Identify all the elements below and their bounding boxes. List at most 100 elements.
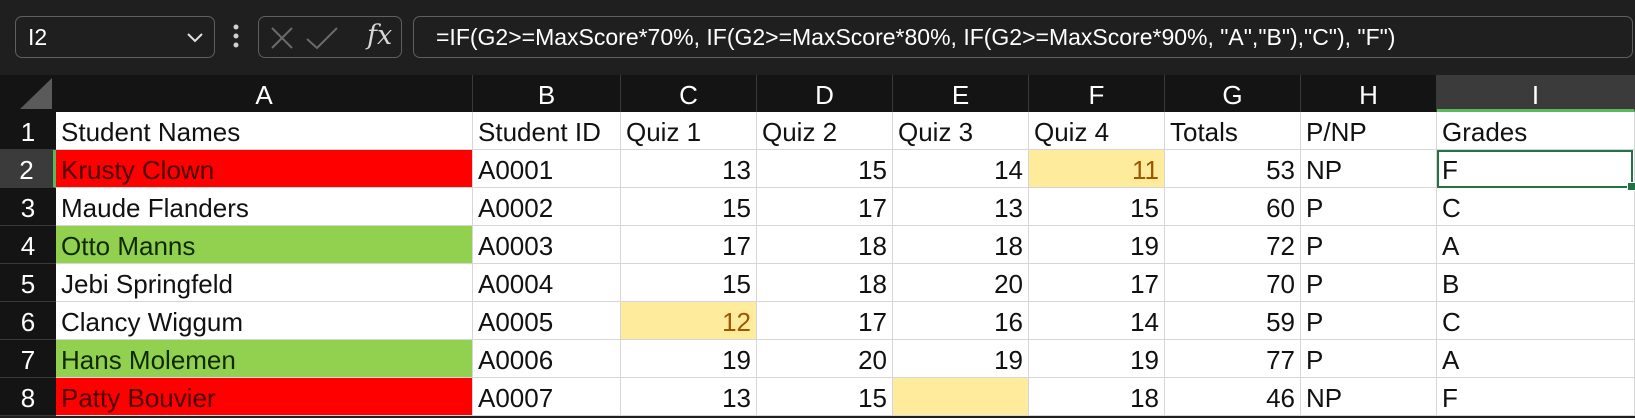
cell-f6[interactable]: 14	[1029, 302, 1165, 340]
cancel-icon[interactable]	[269, 25, 295, 56]
cell-i6[interactable]: C	[1437, 302, 1635, 340]
cell-h5[interactable]: P	[1301, 264, 1437, 302]
chevron-down-icon[interactable]	[184, 26, 206, 53]
cell-i8[interactable]: F	[1437, 378, 1635, 416]
row-header-5[interactable]: 5	[0, 264, 56, 302]
column-header-c[interactable]: C	[621, 75, 757, 112]
cell-e8[interactable]	[893, 378, 1029, 416]
cell-f2[interactable]: 11	[1029, 150, 1165, 188]
cell-g8[interactable]: 46	[1165, 378, 1301, 416]
cell-g5[interactable]: 70	[1165, 264, 1301, 302]
name-box[interactable]: I2	[15, 16, 215, 58]
cell-h2[interactable]: NP	[1301, 150, 1437, 188]
cell-c4[interactable]: 17	[621, 226, 757, 264]
cell-e5[interactable]: 20	[893, 264, 1029, 302]
cell-f1[interactable]: Quiz 4	[1029, 112, 1165, 150]
column-header-h[interactable]: H	[1301, 75, 1437, 112]
column-header-b[interactable]: B	[473, 75, 621, 112]
cell-b5[interactable]: A0004	[473, 264, 621, 302]
cell-i1[interactable]: Grades	[1437, 112, 1635, 150]
cell-i5[interactable]: B	[1437, 264, 1635, 302]
formula-text[interactable]: =IF(G2>=MaxScore*70%, IF(G2>=MaxScore*80…	[436, 24, 1395, 51]
cell-f4[interactable]: 19	[1029, 226, 1165, 264]
row-header-6[interactable]: 6	[0, 302, 56, 340]
cell-b7[interactable]: A0006	[473, 340, 621, 378]
cell-g1[interactable]: Totals	[1165, 112, 1301, 150]
column-header-e[interactable]: E	[893, 75, 1029, 112]
cell-e6[interactable]: 16	[893, 302, 1029, 340]
cell-e7[interactable]: 19	[893, 340, 1029, 378]
cell-e1[interactable]: Quiz 3	[893, 112, 1029, 150]
cell-d3[interactable]: 17	[757, 188, 893, 226]
cell-c3[interactable]: 15	[621, 188, 757, 226]
column-header-d[interactable]: D	[757, 75, 893, 112]
cell-c1[interactable]: Quiz 1	[621, 112, 757, 150]
cell-g4[interactable]: 72	[1165, 226, 1301, 264]
column-header-g[interactable]: G	[1165, 75, 1301, 112]
cell-c6[interactable]: 12	[621, 302, 757, 340]
cell-b8[interactable]: A0007	[473, 378, 621, 416]
cell-c8[interactable]: 13	[621, 378, 757, 416]
cell-c7[interactable]: 19	[621, 340, 757, 378]
cell-h1[interactable]: P/NP	[1301, 112, 1437, 150]
more-options-icon[interactable]	[232, 22, 240, 55]
cell-h7[interactable]: P	[1301, 340, 1437, 378]
row-header-8[interactable]: 8	[0, 378, 56, 416]
cell-g2[interactable]: 53	[1165, 150, 1301, 188]
cell-b4[interactable]: A0003	[473, 226, 621, 264]
cell-a8[interactable]: Patty Bouvier	[56, 378, 473, 416]
row-header-3[interactable]: 3	[0, 188, 56, 226]
cell-e2[interactable]: 14	[893, 150, 1029, 188]
cell-b2[interactable]: A0001	[473, 150, 621, 188]
cell-f5[interactable]: 17	[1029, 264, 1165, 302]
cell-i4[interactable]: A	[1437, 226, 1635, 264]
cell-g6[interactable]: 59	[1165, 302, 1301, 340]
row-header-7[interactable]: 7	[0, 340, 56, 378]
cell-d6[interactable]: 17	[757, 302, 893, 340]
cell-h8[interactable]: NP	[1301, 378, 1437, 416]
column-header-a[interactable]: A	[56, 75, 473, 112]
column-header-i[interactable]: I	[1437, 75, 1635, 112]
cell-g7[interactable]: 77	[1165, 340, 1301, 378]
cell-f7[interactable]: 19	[1029, 340, 1165, 378]
cell-f8[interactable]: 18	[1029, 378, 1165, 416]
cell-f3[interactable]: 15	[1029, 188, 1165, 226]
cell-a3[interactable]: Maude Flanders	[56, 188, 473, 226]
cell-e3[interactable]: 13	[893, 188, 1029, 226]
enter-check-icon[interactable]	[305, 25, 339, 56]
cell-b3[interactable]: A0002	[473, 188, 621, 226]
cell-a1[interactable]: Student Names	[56, 112, 473, 150]
cell-a6[interactable]: Clancy Wiggum	[56, 302, 473, 340]
cell-h4[interactable]: P	[1301, 226, 1437, 264]
cell-d5[interactable]: 18	[757, 264, 893, 302]
cell-a2[interactable]: Krusty Clown	[56, 150, 473, 188]
cell-h6[interactable]: P	[1301, 302, 1437, 340]
cell-d2[interactable]: 15	[757, 150, 893, 188]
cell-g3[interactable]: 60	[1165, 188, 1301, 226]
cell-i2[interactable]: F	[1437, 150, 1635, 188]
cell-i7[interactable]: A	[1437, 340, 1635, 378]
column-header-f[interactable]: F	[1029, 75, 1165, 112]
cell-d8[interactable]: 15	[757, 378, 893, 416]
cell-b6[interactable]: A0005	[473, 302, 621, 340]
cell-a7[interactable]: Hans Molemen	[56, 340, 473, 378]
row-header-4[interactable]: 4	[0, 226, 56, 264]
select-all-button[interactable]	[0, 75, 56, 112]
name-box-value[interactable]: I2	[28, 24, 47, 51]
cell-d1[interactable]: Quiz 2	[757, 112, 893, 150]
cell-a5[interactable]: Jebi Springfeld	[56, 264, 473, 302]
cell-b1[interactable]: Student ID	[473, 112, 621, 150]
cell-d4[interactable]: 18	[757, 226, 893, 264]
cell-a4[interactable]: Otto Manns	[56, 226, 473, 264]
cell-h3[interactable]: P	[1301, 188, 1437, 226]
cell-c2[interactable]: 13	[621, 150, 757, 188]
row-header-2[interactable]: 2	[0, 150, 56, 188]
cell-c5[interactable]: 15	[621, 264, 757, 302]
insert-function-icon[interactable]: fx	[367, 20, 392, 51]
cell-i3[interactable]: C	[1437, 188, 1635, 226]
cell-d7[interactable]: 20	[757, 340, 893, 378]
formula-input[interactable]: =IF(G2>=MaxScore*70%, IF(G2>=MaxScore*80…	[413, 16, 1633, 58]
cell-e4[interactable]: 18	[893, 226, 1029, 264]
formula-buttons: fx	[258, 16, 402, 58]
row-header-1[interactable]: 1	[0, 112, 56, 150]
